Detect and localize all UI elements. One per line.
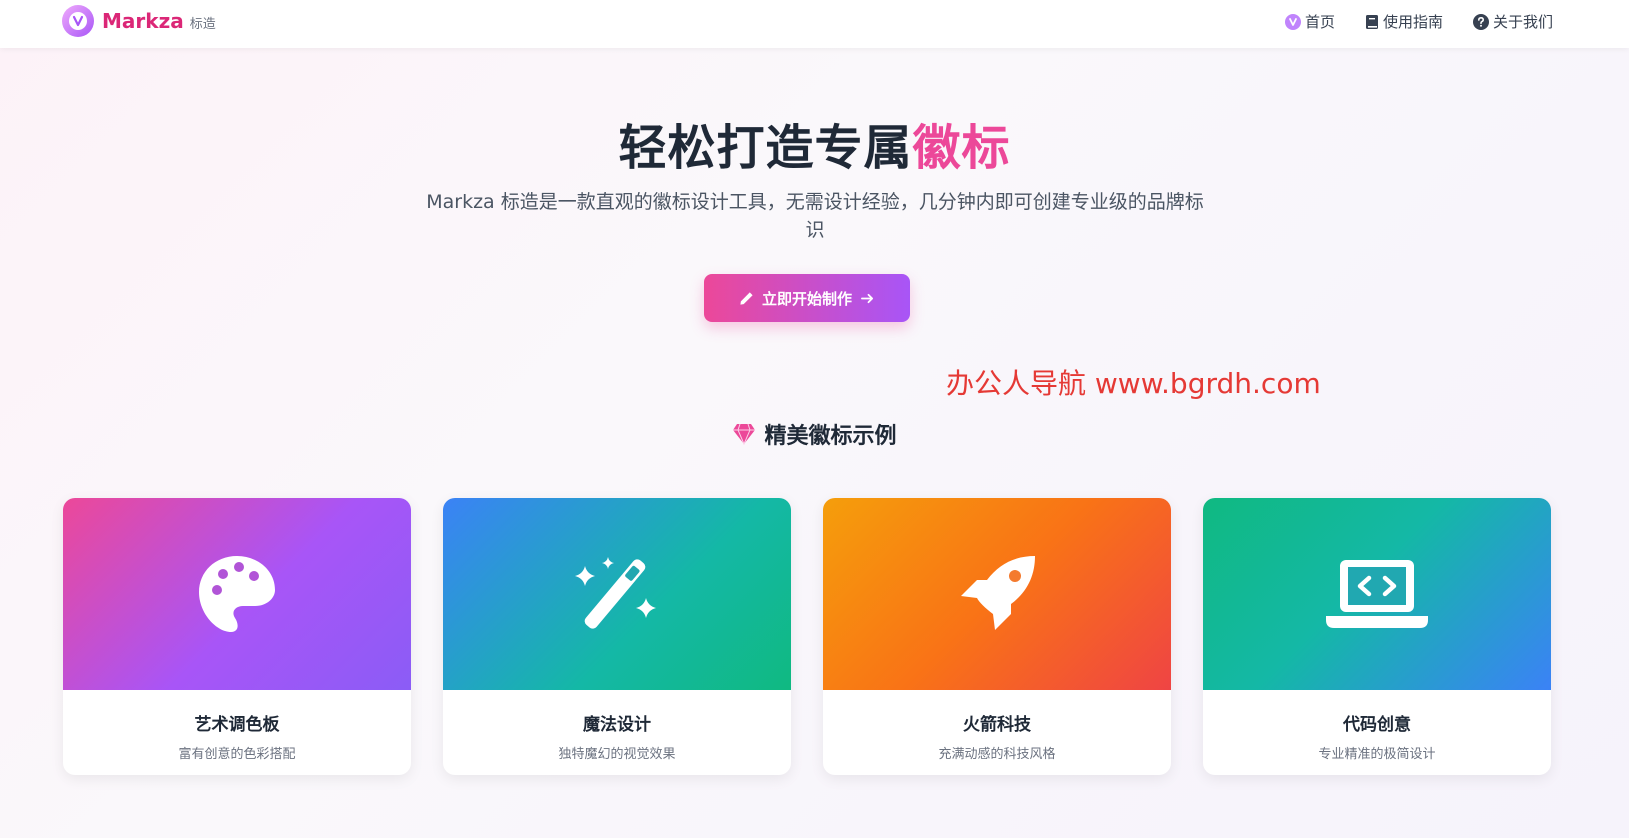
card-body: 代码创意 专业精准的极简设计 (1203, 690, 1551, 775)
card-description: 充满动感的科技风格 (938, 747, 1056, 762)
showcase-title-label: 精美徽标示例 (764, 424, 897, 449)
showcase-card-palette[interactable]: 艺术调色板 富有创意的色彩搭配 (63, 498, 411, 775)
brand[interactable]: Markza 标造 (62, 5, 216, 37)
start-creating-button[interactable]: 立即开始制作 (704, 274, 910, 322)
palette-icon (199, 556, 275, 632)
card-description: 富有创意的色彩搭配 (178, 747, 296, 762)
nav-guide[interactable]: 使用指南 (1365, 11, 1443, 32)
card-banner (63, 498, 411, 690)
showcase-title: 精美徽标示例 (0, 418, 1629, 450)
nav-links: 首页 使用指南 关于我们 (1284, 11, 1553, 32)
nav-guide-label: 使用指南 (1382, 13, 1443, 31)
brand-name: Markza (102, 9, 184, 33)
rocket-icon (961, 556, 1035, 630)
card-title: 艺术调色板 (194, 715, 280, 735)
nav-about-label: 关于我们 (1492, 13, 1553, 31)
nav-home-label: 首页 (1304, 13, 1335, 31)
nav-home[interactable]: 首页 (1284, 11, 1335, 32)
card-body: 火箭科技 充满动感的科技风格 (823, 690, 1171, 775)
watermark-text: 办公人导航 www.bgrdh.com (946, 367, 1321, 400)
card-body: 艺术调色板 富有创意的色彩搭配 (63, 690, 411, 775)
hero-title: 轻松打造专属徽标 (0, 108, 1629, 178)
home-logo-icon (1284, 13, 1301, 30)
card-title: 代码创意 (1343, 715, 1411, 735)
laptop-code-icon (1326, 560, 1428, 628)
card-body: 魔法设计 独特魔幻的视觉效果 (443, 690, 791, 775)
hero-title-accent: 徽标 (912, 120, 1011, 176)
showcase-card-magic[interactable]: 魔法设计 独特魔幻的视觉效果 (443, 498, 791, 775)
arrow-right-icon (861, 293, 874, 303)
hero-description: Markza 标造是一款直观的徽标设计工具，无需设计经验，几分钟内即可创建专业级… (426, 191, 1204, 241)
card-banner (443, 498, 791, 690)
hero-title-main: 轻松打造专属 (618, 120, 913, 176)
card-banner (823, 498, 1171, 690)
gem-icon (733, 423, 756, 445)
card-description: 专业精准的极简设计 (1318, 747, 1436, 762)
magic-wand-icon (575, 557, 656, 629)
brand-subtitle: 标造 (189, 17, 216, 32)
showcase-card-rocket[interactable]: 火箭科技 充满动感的科技风格 (823, 498, 1171, 775)
card-description: 独特魔幻的视觉效果 (558, 747, 676, 762)
card-title: 魔法设计 (583, 715, 651, 735)
showcase-cards: 艺术调色板 富有创意的色彩搭配 魔法设计 独特魔幻的视觉效果 火箭科技 充满动感… (63, 498, 1551, 775)
card-banner (1203, 498, 1551, 690)
start-creating-label: 立即开始制作 (761, 290, 852, 308)
pencil-icon (740, 291, 753, 305)
showcase-card-code[interactable]: 代码创意 专业精准的极简设计 (1203, 498, 1551, 775)
card-title: 火箭科技 (963, 715, 1031, 735)
brand-logo-icon (62, 5, 94, 37)
question-circle-icon (1472, 13, 1489, 30)
top-navbar: Markza 标造 首页 使用指南 关于我们 (0, 0, 1629, 48)
book-icon (1365, 14, 1378, 29)
nav-about[interactable]: 关于我们 (1472, 11, 1553, 32)
